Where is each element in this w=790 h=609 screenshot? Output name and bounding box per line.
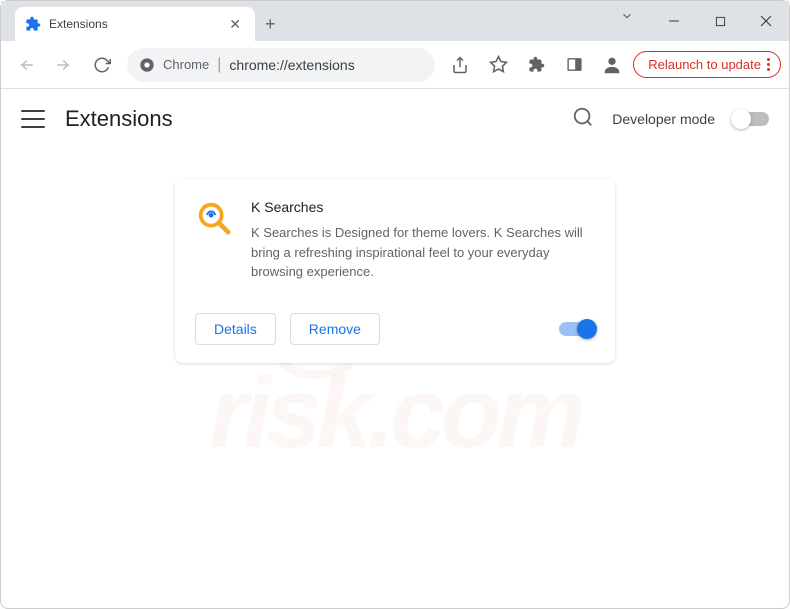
search-button[interactable] <box>572 106 594 133</box>
tab-title: Extensions <box>49 17 225 31</box>
relaunch-button[interactable]: Relaunch to update <box>633 51 781 78</box>
extension-name: K Searches <box>251 199 595 215</box>
url-divider: | <box>217 56 221 74</box>
extensions-list: K Searches K Searches is Designed for th… <box>1 149 789 363</box>
extension-puzzle-icon <box>25 16 41 32</box>
url-scheme-label: Chrome <box>163 57 209 72</box>
side-panel-icon[interactable] <box>557 48 591 82</box>
remove-button[interactable]: Remove <box>290 313 380 345</box>
back-button[interactable] <box>9 48 43 82</box>
extension-enable-toggle[interactable] <box>559 322 595 336</box>
tabs-dropdown-icon[interactable] <box>620 9 634 28</box>
extension-description: K Searches is Designed for theme lovers.… <box>251 223 595 281</box>
bookmark-star-icon[interactable] <box>481 48 515 82</box>
window-title-bar: Extensions ✕ + <box>1 1 789 41</box>
browser-toolbar: Chrome | chrome://extensions Relaunch to… <box>1 41 789 89</box>
url-text: chrome://extensions <box>229 57 354 73</box>
browser-tab[interactable]: Extensions ✕ <box>15 7 255 41</box>
close-window-button[interactable] <box>743 5 789 37</box>
extension-card: K Searches K Searches is Designed for th… <box>175 179 615 363</box>
extensions-page-header: Extensions Developer mode <box>1 89 789 149</box>
extension-app-icon <box>195 199 233 237</box>
developer-mode-toggle[interactable] <box>733 112 769 126</box>
site-info[interactable]: Chrome | <box>139 56 221 74</box>
page-title: Extensions <box>65 106 173 132</box>
forward-button[interactable] <box>47 48 81 82</box>
menu-hamburger-button[interactable] <box>21 110 45 128</box>
profile-avatar-icon[interactable] <box>595 48 629 82</box>
reload-button[interactable] <box>85 48 119 82</box>
share-icon[interactable] <box>443 48 477 82</box>
watermark-text-2: risk.com <box>209 356 580 471</box>
relaunch-label: Relaunch to update <box>648 57 761 72</box>
details-button[interactable]: Details <box>195 313 276 345</box>
developer-mode-label: Developer mode <box>612 111 715 127</box>
window-controls <box>651 1 789 41</box>
extensions-puzzle-icon[interactable] <box>519 48 553 82</box>
menu-dots-icon <box>767 58 770 71</box>
address-bar[interactable]: Chrome | chrome://extensions <box>127 48 435 82</box>
minimize-button[interactable] <box>651 5 697 37</box>
new-tab-button[interactable]: + <box>255 14 286 35</box>
maximize-button[interactable] <box>697 5 743 37</box>
chrome-logo-icon <box>139 57 155 73</box>
tab-close-button[interactable]: ✕ <box>225 14 245 35</box>
